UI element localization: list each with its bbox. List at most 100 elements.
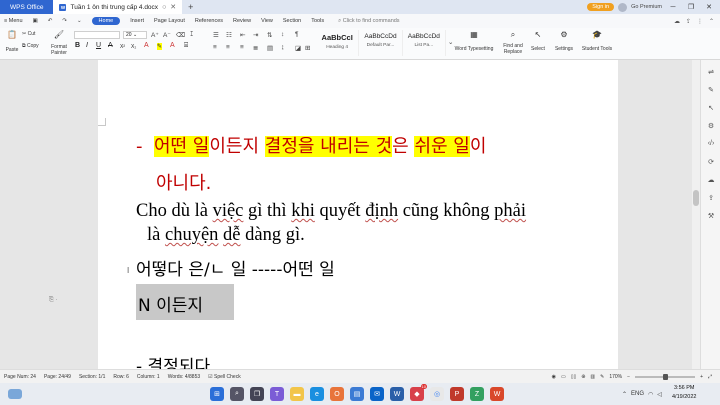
tab-section[interactable]: Section — [283, 18, 301, 24]
align-center-icon[interactable]: ≡ — [226, 44, 230, 51]
volume-icon[interactable]: ◁ — [657, 391, 662, 398]
italic-icon[interactable]: I — [86, 42, 88, 49]
phonetic-icon[interactable]: ꕯ — [190, 31, 193, 39]
paragraph-handle-icon[interactable]: ⎘ · — [49, 297, 57, 304]
select-button[interactable]: ↖ Select — [528, 30, 548, 52]
scrollbar-thumb[interactable] — [693, 190, 699, 206]
increase-indent-icon[interactable]: ⇥ — [253, 31, 258, 39]
word-count-status[interactable]: Words: 4/8853 — [168, 374, 200, 380]
zoom-out-icon[interactable]: − — [627, 374, 630, 380]
edge-icon[interactable]: e — [310, 387, 324, 401]
underline-icon[interactable]: U — [96, 42, 101, 49]
store-icon[interactable]: ▤ — [350, 387, 364, 401]
office-icon[interactable]: O — [330, 387, 344, 401]
highlight-icon[interactable]: ✎ — [157, 43, 163, 50]
style-default-paragraph[interactable]: AaBbCcDd Default Par... — [359, 30, 403, 56]
menu-button[interactable]: ≡ Menu — [4, 18, 23, 24]
spell-check-toggle[interactable]: ☑ Spell Check — [208, 374, 241, 380]
save-icon[interactable]: ▣ — [33, 18, 38, 24]
text-effect-icon[interactable]: A — [170, 42, 175, 49]
share-pane-icon[interactable]: ⇪ — [704, 194, 718, 202]
word-icon[interactable]: W — [390, 387, 404, 401]
clear-format-icon[interactable]: ⌫ — [176, 31, 185, 39]
task-view-icon[interactable]: ❐ — [250, 387, 264, 401]
section-status[interactable]: Section: 1/1 — [79, 374, 105, 380]
document-tab[interactable]: W Tuần 1 ôn thi trung cấp 4.docx ○ ✕ — [53, 0, 183, 14]
vertical-scrollbar[interactable] — [692, 60, 700, 369]
page-status[interactable]: Page: 24/49 — [44, 374, 71, 380]
style-heading-4[interactable]: AaBbCcI Heading 4 — [316, 30, 360, 56]
borders-icon[interactable]: ⊞ — [305, 44, 310, 52]
app-icon[interactable]: ◆ 10 — [410, 384, 427, 401]
show-marks-icon[interactable]: ¶ — [295, 31, 299, 38]
undo-icon[interactable]: ↶ — [48, 18, 53, 24]
tools-pane-icon[interactable]: ⚒ — [704, 212, 718, 220]
backup-icon[interactable]: ⟳ — [704, 158, 718, 166]
mail-icon[interactable]: ✉ — [370, 387, 384, 401]
wps-pdf-icon[interactable]: P — [450, 387, 464, 401]
close-icon[interactable]: ✕ — [170, 3, 176, 11]
zoom-in-icon[interactable]: + — [700, 374, 703, 380]
pen-icon[interactable]: ✎ — [600, 374, 604, 380]
zalo-icon[interactable]: Z — [470, 387, 484, 401]
line-spacing-icon[interactable]: ↨ — [281, 44, 284, 51]
two-page-icon[interactable]: ▯▯ — [571, 374, 577, 380]
teams-icon[interactable]: T — [270, 387, 284, 401]
char-border-icon[interactable]: ⌸ — [184, 42, 188, 50]
paste-button[interactable]: 📋 Paste — [4, 30, 20, 53]
share-icon[interactable]: ⇪ — [686, 18, 691, 25]
eye-icon[interactable]: ◉ — [552, 374, 556, 380]
search-icon[interactable]: ⌕ — [230, 387, 244, 401]
align-right-icon[interactable]: ≡ — [240, 44, 244, 51]
more-icon[interactable]: ⌄ — [77, 18, 82, 24]
page-view-icon[interactable]: ▭ — [561, 374, 566, 380]
file-explorer-icon[interactable]: ▬ — [290, 387, 304, 401]
subscript-icon[interactable]: X₂ — [131, 44, 136, 50]
find-commands-search[interactable]: ⌕ Click to find commands — [338, 18, 399, 25]
font-size-select[interactable]: 20 ⌄ — [123, 31, 147, 39]
new-tab-button[interactable]: + — [182, 2, 199, 12]
language-indicator[interactable]: ENG — [631, 391, 644, 397]
select-pane-icon[interactable]: ↖ — [704, 104, 718, 112]
read-view-icon[interactable]: ▥ — [590, 374, 595, 380]
student-tools-button[interactable]: 🎓 Student Tools — [580, 30, 614, 52]
sign-in-button[interactable]: Sign in — [587, 3, 615, 11]
windows-start-icon[interactable]: ⊞ — [210, 387, 224, 401]
avatar[interactable] — [618, 2, 628, 12]
text-direction-icon[interactable]: ⇅ — [267, 31, 272, 39]
decrease-indent-icon[interactable]: ⇤ — [240, 31, 245, 39]
more-options-icon[interactable]: ⋮ — [697, 18, 703, 25]
chevron-up-icon[interactable]: ⌃ — [622, 391, 627, 398]
shading-icon[interactable]: ◪ — [295, 44, 301, 52]
bold-icon[interactable]: B — [75, 42, 80, 49]
restore-icon[interactable]: ❐ — [684, 3, 698, 11]
wps-icon[interactable]: W — [490, 387, 504, 401]
code-icon[interactable]: ‹/› — [704, 140, 718, 147]
cloud-sync-icon[interactable]: ☁ — [704, 176, 718, 184]
weather-icon[interactable] — [8, 389, 22, 399]
wps-office-tab[interactable]: WPS Office — [0, 0, 54, 14]
go-premium-link[interactable]: Go Premium — [631, 4, 662, 10]
redo-icon[interactable]: ↷ — [62, 18, 67, 24]
style-list-paragraph[interactable]: AaBbCcDd List Pa... — [403, 30, 446, 56]
font-color-icon[interactable]: A — [144, 42, 149, 49]
cloud-icon[interactable]: ☁ — [674, 18, 680, 25]
tab-home[interactable]: Home — [91, 17, 121, 25]
tab-page-layout[interactable]: Page Layout — [154, 18, 185, 24]
distributed-icon[interactable]: ▤ — [267, 44, 273, 52]
settings-button[interactable]: ⚙ Settings — [552, 30, 576, 52]
properties-icon[interactable]: ⚙ — [704, 122, 718, 130]
window-close-icon[interactable]: ✕ — [702, 3, 716, 11]
copy-button[interactable]: ⧉ Copy — [22, 43, 39, 49]
format-painter-button[interactable]: 🖌 Format Painter — [47, 30, 71, 56]
justify-icon[interactable]: ≣ — [253, 44, 258, 52]
style-pane-icon[interactable]: ✎ — [704, 86, 718, 94]
font-name-select[interactable] — [74, 31, 120, 39]
adjust-icon[interactable]: ⇌ — [704, 68, 718, 76]
align-left-icon[interactable]: ≡ — [213, 44, 217, 51]
grow-font-icon[interactable]: A⁺ — [151, 31, 159, 39]
tab-tools[interactable]: Tools — [311, 18, 324, 24]
tab-insert[interactable]: Insert — [130, 18, 144, 24]
superscript-icon[interactable]: X² — [120, 44, 125, 50]
wifi-icon[interactable]: ◠ — [648, 391, 653, 398]
